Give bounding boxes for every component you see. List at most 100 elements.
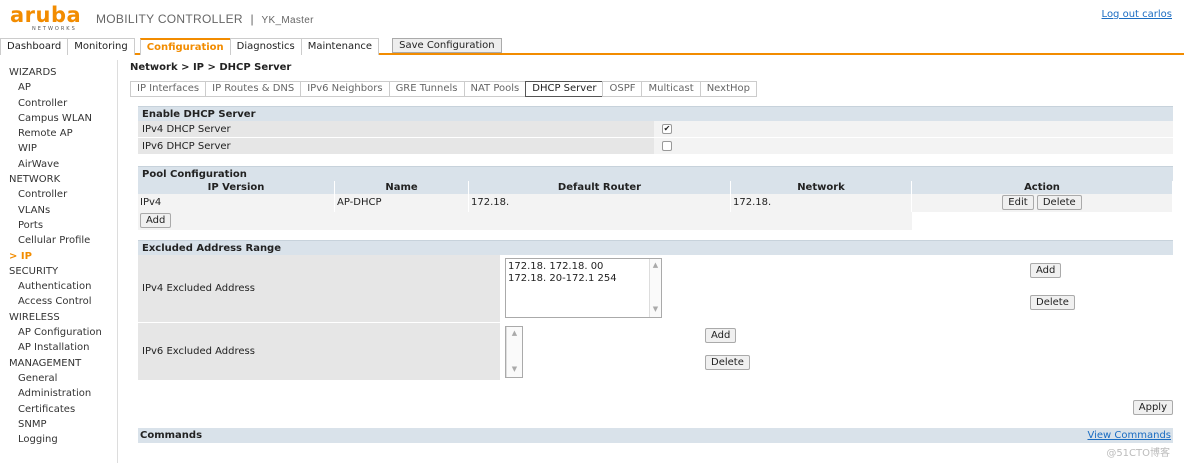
delete-pool-button[interactable]: Delete <box>1036 194 1082 210</box>
ipv6-dhcp-row: IPv6 DHCP Server <box>138 138 1173 155</box>
controller-name: YK_Master <box>261 15 314 26</box>
sidebar-item-controller-wizard[interactable]: Controller <box>0 96 117 111</box>
sidebar-item-authentication[interactable]: Authentication <box>0 279 117 294</box>
product-title: MOBILITY CONTROLLER | YK_Master <box>96 12 314 26</box>
add-pool-button[interactable]: Add <box>140 212 172 228</box>
pool-add-row: Add <box>138 212 1173 230</box>
ipv4-dhcp-label: IPv4 DHCP Server <box>138 121 654 138</box>
ipv6-excluded-listbox[interactable]: ▲ ▼ <box>505 326 523 378</box>
tab-ospf[interactable]: OSPF <box>602 81 643 97</box>
ipv4-dhcp-checkbox[interactable]: ✔ <box>662 124 672 134</box>
sidebar: WIZARDS AP Controller Campus WLAN Remote… <box>0 60 118 463</box>
commands-title: Commands <box>140 430 203 441</box>
sidebar-item-access-control[interactable]: Access Control <box>0 294 117 309</box>
tab-dashboard[interactable]: Dashboard <box>0 38 69 55</box>
tab-ip-interfaces[interactable]: IP Interfaces <box>130 81 207 97</box>
save-configuration-button[interactable]: Save Configuration <box>392 38 502 53</box>
col-network: Network <box>731 181 912 194</box>
delete-ipv6-exclusion-button[interactable]: Delete <box>705 355 750 370</box>
ipv6-dhcp-label: IPv6 DHCP Server <box>138 138 654 155</box>
tab-ipv6-neighbors[interactable]: IPv6 Neighbors <box>300 81 390 97</box>
ipv4-excluded-value: 172.18. 172.18. 00 172.18. 20-172.1 254 … <box>500 255 1173 323</box>
sidebar-section-management: MANAGEMENT <box>9 357 82 369</box>
list-item[interactable]: 172.18. 20-172.1 254 <box>508 273 645 285</box>
sidebar-item-ap-configuration[interactable]: AP Configuration <box>0 325 117 340</box>
listbox-scrollbar[interactable]: ▲ ▼ <box>649 259 661 317</box>
col-ip-version: IP Version <box>138 181 335 194</box>
enable-dhcp-header: Enable DHCP Server <box>138 106 1173 121</box>
sidebar-section-wizards: WIZARDS <box>9 67 57 78</box>
sidebar-item-snmp[interactable]: SNMP <box>0 417 117 432</box>
sidebar-item-vlans[interactable]: VLANs <box>0 203 117 218</box>
view-commands-link[interactable]: View Commands <box>1087 428 1171 443</box>
cell-name: AP-DHCP <box>335 194 469 212</box>
ipv4-dhcp-row: IPv4 DHCP Server ✔ <box>138 121 1173 138</box>
watermark: @51CTO博客 <box>1106 448 1170 459</box>
tab-maintenance[interactable]: Maintenance <box>300 38 380 55</box>
cell-default-router: 172.18. <box>469 194 731 212</box>
tab-monitoring[interactable]: Monitoring <box>67 38 135 55</box>
sidebar-item-ports[interactable]: Ports <box>0 218 117 233</box>
pool-add-cell: Add <box>138 212 912 230</box>
scroll-up-icon[interactable]: ▲ <box>650 259 661 271</box>
ipv4-excluded-row: IPv4 Excluded Address 172.18. 172.18. 00… <box>138 255 1173 323</box>
sidebar-section-network: NETWORK <box>9 174 61 186</box>
sidebar-item-wip[interactable]: WIP <box>0 141 117 156</box>
sidebar-item-logging[interactable]: Logging <box>0 432 117 447</box>
ipv4-dhcp-value: ✔ <box>654 121 1173 138</box>
delete-ipv4-exclusion-button[interactable]: Delete <box>1030 295 1075 310</box>
listbox-scrollbar[interactable]: ▲ ▼ <box>506 327 522 377</box>
cell-action: Edit Delete <box>912 194 1173 212</box>
ipv6-dhcp-checkbox[interactable] <box>662 141 672 151</box>
col-action: Action <box>912 181 1173 194</box>
sidebar-item-remote-ap[interactable]: Remote AP <box>0 126 117 141</box>
scroll-down-icon[interactable]: ▼ <box>507 363 522 375</box>
tab-gre-tunnels[interactable]: GRE Tunnels <box>388 81 465 97</box>
scroll-up-icon[interactable]: ▲ <box>507 327 522 339</box>
tab-diagnostics[interactable]: Diagnostics <box>229 38 302 55</box>
edit-pool-button[interactable]: Edit <box>1002 194 1034 210</box>
sidebar-item-campus-wlan[interactable]: Campus WLAN <box>0 111 117 126</box>
sidebar-item-cellular-profile[interactable]: Cellular Profile <box>0 233 117 248</box>
ipv4-excluded-label: IPv4 Excluded Address <box>138 255 500 323</box>
sidebar-item-ap-installation[interactable]: AP Installation <box>0 340 117 355</box>
ipv4-excluded-listbox[interactable]: 172.18. 172.18. 00 172.18. 20-172.1 254 … <box>505 258 662 318</box>
sidebar-item-airwave[interactable]: AirWave <box>0 157 117 172</box>
ipv6-excluded-label: IPv6 Excluded Address <box>138 323 500 381</box>
logout-link[interactable]: Log out carlos <box>1102 9 1172 20</box>
tab-configuration[interactable]: Configuration <box>139 38 231 55</box>
cell-ip-version: IPv4 <box>138 194 335 212</box>
main-nav-tabs: Dashboard Monitoring Configuration Diagn… <box>0 37 1184 55</box>
sidebar-item-controller[interactable]: Controller <box>0 187 117 202</box>
logo-subtext: NETWORKS <box>32 26 77 32</box>
pool-configuration-header: Pool Configuration <box>138 166 1173 181</box>
add-ipv6-exclusion-button[interactable]: Add <box>705 328 737 343</box>
commands-bar: Commands View Commands <box>138 428 1173 443</box>
breadcrumb: Network > IP > DHCP Server <box>130 62 292 73</box>
list-item[interactable]: 172.18. 172.18. 00 <box>508 261 645 273</box>
sidebar-item-administration[interactable]: Administration <box>0 386 117 401</box>
tab-multicast[interactable]: Multicast <box>641 81 701 97</box>
sidebar-item-ap-wizard[interactable]: AP <box>0 80 117 95</box>
apply-button[interactable]: Apply <box>1132 400 1173 415</box>
sidebar-item-certificates[interactable]: Certificates <box>0 402 117 417</box>
table-row: IPv4 AP-DHCP 172.18. 172.18. Edit Delete <box>138 194 1173 212</box>
sidebar-section-wireless: WIRELESS <box>9 311 60 323</box>
add-ipv4-exclusion-button[interactable]: Add <box>1030 263 1062 278</box>
col-default-router: Default Router <box>469 181 731 194</box>
pool-table-header: IP Version Name Default Router Network A… <box>138 181 1173 194</box>
main-content: Enable DHCP Server IPv4 DHCP Server ✔ IP… <box>138 106 1173 381</box>
scroll-down-icon[interactable]: ▼ <box>650 303 661 315</box>
logo-wordmark: aruba <box>10 3 82 27</box>
tab-dhcp-server[interactable]: DHCP Server <box>525 81 604 97</box>
tab-ip-routes-dns[interactable]: IP Routes & DNS <box>205 81 302 97</box>
ip-sub-tabs: IP Interfaces IP Routes & DNS IPv6 Neigh… <box>130 81 757 97</box>
tab-nat-pools[interactable]: NAT Pools <box>463 81 527 97</box>
sidebar-item-general[interactable]: General <box>0 371 117 386</box>
excluded-range-header: Excluded Address Range <box>138 240 1173 255</box>
ipv6-excluded-value: ▲ ▼ Add Delete <box>500 323 1173 381</box>
col-name: Name <box>335 181 469 194</box>
sidebar-item-ip[interactable]: > IP <box>0 249 117 264</box>
sidebar-section-security: SECURITY <box>9 265 59 277</box>
tab-nexthop[interactable]: NextHop <box>699 81 757 97</box>
